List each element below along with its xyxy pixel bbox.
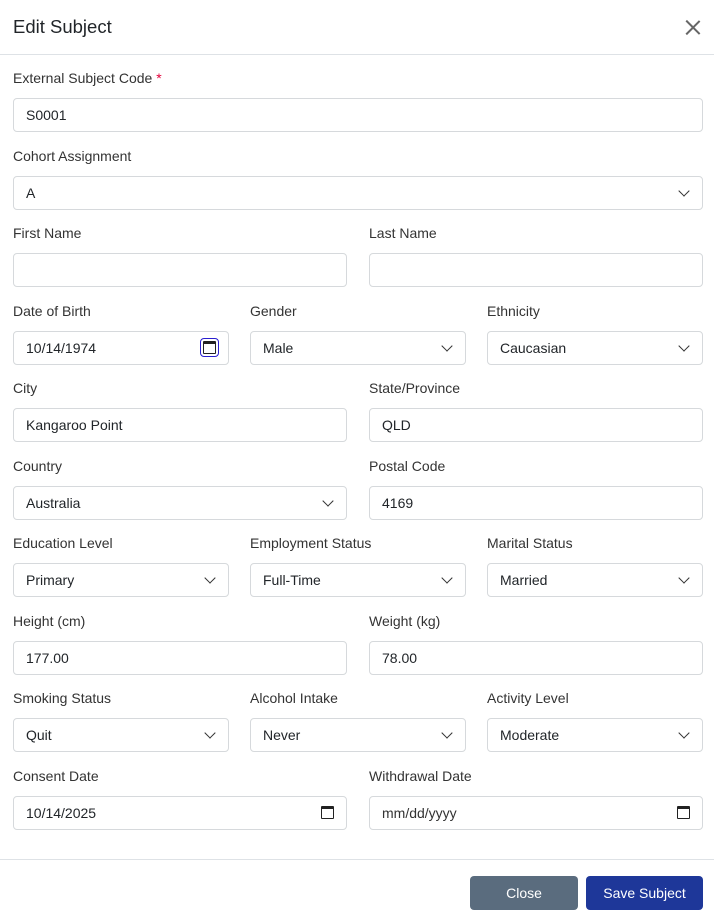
weight-label: Weight (kg) [369, 612, 441, 629]
external-code-input[interactable]: S0001 [13, 98, 703, 132]
chevron-down-icon [678, 727, 690, 739]
alcohol-label: Alcohol Intake [250, 690, 338, 706]
chevron-down-icon [441, 572, 453, 584]
marital-select[interactable]: Married [487, 563, 703, 597]
weight-input[interactable]: 78.00 [369, 640, 703, 675]
marital-label: Marital Status [487, 535, 573, 551]
dialog-footer: Close Save Subject [0, 859, 714, 920]
country-select[interactable]: Australia [13, 485, 347, 520]
ethnicity-select[interactable]: Caucasian [487, 330, 703, 365]
calendar-icon[interactable] [321, 806, 334, 819]
city-label: City [13, 380, 38, 396]
withdrawal-date-input[interactable]: mm/dd/yyyy [369, 795, 703, 830]
smoking-label: Smoking Status [13, 690, 112, 706]
save-subject-button[interactable]: Save Subject [586, 876, 703, 910]
cohort-label: Cohort Assignment [13, 147, 132, 164]
last-name-label: Last Name [369, 225, 437, 241]
chevron-down-icon [441, 727, 453, 739]
chevron-down-icon [204, 572, 216, 584]
activity-select[interactable]: Moderate [487, 718, 703, 752]
chevron-down-icon [204, 727, 216, 739]
state-label: State/Province [369, 380, 461, 396]
close-button[interactable]: Close [470, 876, 578, 910]
edit-subject-form: External Subject Code * S0001 Cohort Ass… [13, 68, 703, 843]
chevron-down-icon [678, 339, 690, 352]
ethnicity-label: Ethnicity [487, 302, 540, 319]
education-label: Education Level [13, 535, 113, 551]
employment-select[interactable]: Full-Time [250, 563, 466, 597]
education-select[interactable]: Primary [13, 563, 229, 597]
chevron-down-icon [322, 494, 334, 507]
withdrawal-label: Withdrawal Date [369, 767, 472, 784]
calendar-icon[interactable] [200, 338, 219, 357]
chevron-down-icon [441, 339, 453, 352]
close-icon[interactable] [682, 16, 704, 38]
cohort-select[interactable]: A [13, 175, 703, 210]
state-input[interactable]: QLD [369, 408, 703, 442]
gender-label: Gender [250, 302, 297, 319]
dialog-title: Edit Subject [13, 16, 112, 37]
chevron-down-icon [678, 184, 690, 197]
height-input[interactable]: 177.00 [13, 640, 347, 675]
height-label: Height (cm) [13, 612, 86, 629]
first-name-input[interactable] [13, 253, 347, 287]
dob-label: Date of Birth [13, 302, 91, 319]
country-label: Country [13, 457, 63, 474]
first-name-label: First Name [13, 225, 82, 241]
dialog-header: Edit Subject [0, 0, 714, 55]
external-code-label: External Subject Code * [13, 70, 162, 86]
smoking-select[interactable]: Quit [13, 718, 229, 752]
gender-select[interactable]: Male [250, 330, 466, 365]
activity-label: Activity Level [487, 690, 569, 706]
postal-label: Postal Code [369, 457, 446, 474]
city-input[interactable]: Kangaroo Point [13, 408, 347, 442]
employment-label: Employment Status [250, 535, 372, 551]
dob-input[interactable]: 10/14/1974 [13, 330, 229, 365]
alcohol-select[interactable]: Never [250, 718, 466, 752]
chevron-down-icon [678, 572, 690, 584]
postal-input[interactable]: 4169 [369, 485, 703, 520]
last-name-input[interactable] [369, 253, 703, 287]
consent-label: Consent Date [13, 767, 99, 784]
consent-date-input[interactable]: 10/14/2025 [13, 795, 347, 830]
required-mark: * [156, 70, 162, 86]
calendar-icon[interactable] [677, 806, 690, 819]
